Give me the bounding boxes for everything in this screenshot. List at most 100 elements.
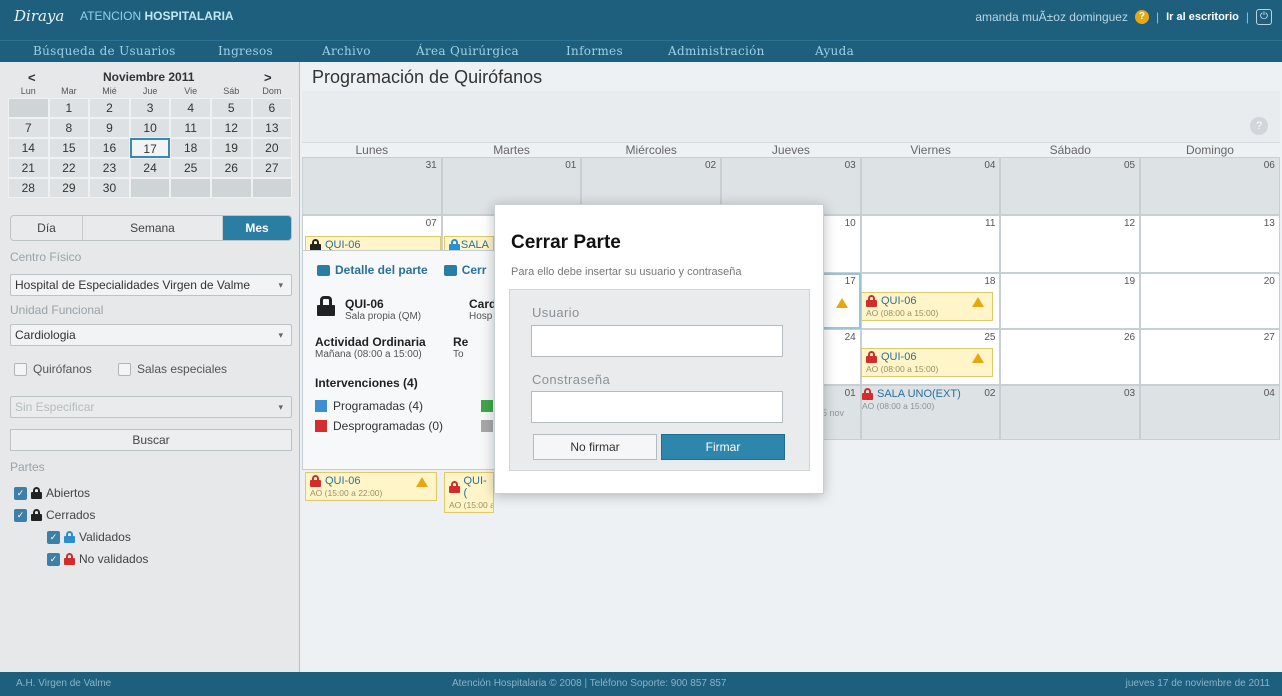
especificar-select[interactable]: Sin Especificar ▾	[10, 396, 292, 418]
calendar-day[interactable]: 9	[89, 118, 130, 138]
centro-fisico-select[interactable]: Hospital de Especialidades Virgen de Val…	[10, 274, 292, 296]
event-qui-afternoon-partial[interactable]: QUI-( AO (15:00 a 22:00)	[444, 472, 494, 513]
calendar-day[interactable]: 16	[89, 138, 130, 158]
calendar-day[interactable]: 7	[8, 118, 49, 138]
calendar-day[interactable]: 10	[129, 118, 171, 138]
calendar-day[interactable]: 11	[170, 118, 211, 138]
calendar-day[interactable]: 22	[48, 158, 90, 178]
checkbox-checked-icon[interactable]: ✓	[14, 486, 27, 500]
unidad-funcional-select[interactable]: Cardiologia ▾	[10, 324, 292, 346]
calendar-day[interactable]: 18	[170, 138, 211, 158]
calendar-day[interactable]: 21	[8, 158, 49, 178]
lock-red-icon	[64, 553, 75, 565]
nav-area-quirurgica[interactable]: Área Quirúrgica	[416, 44, 519, 58]
no-firmar-button[interactable]: No firmar	[533, 434, 657, 460]
weekday-label: Sáb	[223, 86, 240, 96]
separator: |	[1245, 10, 1249, 24]
event-sala-uno-25[interactable]: SALA UNO(EXT) AO (08:00 a 15:00)	[862, 388, 961, 411]
buscar-button[interactable]: Buscar	[10, 429, 292, 451]
calendar-day[interactable]: 4	[170, 98, 211, 118]
tab-detalle-parte[interactable]: Detalle del parte	[317, 263, 428, 277]
calendar-day[interactable]: 20	[251, 138, 293, 158]
page-title: Programación de Quirófanos	[312, 67, 543, 87]
close-parte-icon	[443, 264, 457, 276]
calendar-day[interactable]: 2	[89, 98, 130, 118]
user-name: amanda muÃ±oz dominguez	[975, 10, 1128, 24]
calendar-day-cell[interactable]: 06	[1140, 157, 1280, 215]
nav-ayuda[interactable]: Ayuda	[815, 44, 854, 58]
filter-no-validados[interactable]: ✓ No validados	[47, 552, 148, 566]
calendar-day[interactable]: 27	[251, 158, 293, 178]
calendar-day-cell[interactable]: 04	[860, 157, 1001, 215]
weekday-header: Domingo	[1185, 143, 1234, 157]
checkbox-checked-icon[interactable]: ✓	[47, 530, 60, 544]
nav-administracion[interactable]: Administración	[668, 44, 765, 58]
calendar-day[interactable]: 3	[129, 98, 171, 118]
brand-sub-atencion: ATENCION	[80, 9, 142, 23]
calendar-day-cell[interactable]: 11	[860, 215, 1001, 273]
help-icon[interactable]: ?	[1250, 117, 1268, 135]
lock-red-icon	[866, 351, 877, 363]
user-help-icon[interactable]: ?	[1134, 10, 1149, 24]
calendar-day[interactable]: 5	[210, 98, 252, 118]
password-input[interactable]	[531, 391, 783, 423]
power-icon[interactable]: ⏻	[1256, 9, 1272, 25]
calendar-day[interactable]: 8	[48, 118, 90, 138]
calendar-prev-button[interactable]: <	[28, 70, 36, 85]
checkbox-box[interactable]	[118, 362, 131, 376]
calendar-day[interactable]: 15	[48, 138, 90, 158]
event-qui06-afternoon[interactable]: QUI-06 AO (15:00 a 22:00)	[305, 472, 437, 501]
filter-abiertos[interactable]: ✓ Abiertos	[14, 486, 90, 500]
tab-mes[interactable]: Mes	[223, 216, 291, 240]
salas-especiales-checkbox[interactable]: Salas especiales	[118, 362, 227, 376]
calendar-day[interactable]: 17	[129, 138, 171, 158]
tab-semana[interactable]: Semana	[83, 216, 223, 240]
calendar-day[interactable]: 19	[210, 138, 252, 158]
nav-ingresos[interactable]: Ingresos	[218, 44, 273, 58]
calendar-day[interactable]: 6	[251, 98, 293, 118]
usuario-input[interactable]	[531, 325, 783, 357]
actividad-time: Mañana (08:00 a 15:00)	[315, 349, 422, 360]
event-qui06-18[interactable]: QUI-06 AO (08:00 a 15:00)	[861, 292, 993, 321]
calendar-day-cell[interactable]: 12	[1000, 215, 1141, 273]
calendar-day-cell[interactable]: 03	[1000, 385, 1141, 440]
calendar-day[interactable]: 13	[251, 118, 293, 138]
nav-informes[interactable]: Informes	[566, 44, 623, 58]
nav-busqueda-usuarios[interactable]: Búsqueda de Usuarios	[33, 44, 176, 58]
calendar-day[interactable]: 14	[8, 138, 49, 158]
calendar-day-cell[interactable]: 20	[1140, 273, 1280, 329]
calendar-day-cell[interactable]: 27	[1140, 329, 1280, 385]
calendar-day[interactable]: 12	[210, 118, 252, 138]
filter-validados[interactable]: ✓ Validados	[47, 530, 131, 544]
checkbox-checked-icon[interactable]: ✓	[47, 552, 60, 566]
firmar-button[interactable]: Firmar	[661, 434, 785, 460]
calendar-next-button[interactable]: >	[264, 70, 272, 85]
escritorio-link[interactable]: Ir al escritorio	[1166, 11, 1239, 23]
calendar-day[interactable]: 28	[8, 178, 49, 198]
footer-hospital: A.H. Virgen de Valme	[16, 678, 112, 689]
calendar-day-cell[interactable]: 26	[1000, 329, 1141, 385]
calendar-day[interactable]: 1	[48, 98, 90, 118]
checkbox-checked-icon[interactable]: ✓	[14, 508, 27, 522]
unidad-funcional-label: Unidad Funcional	[10, 303, 104, 317]
unit-info: Card Hosp	[469, 297, 496, 322]
quirofanos-checkbox[interactable]: Quirófanos	[14, 362, 92, 376]
calendar-day-cell[interactable]: 31	[302, 157, 442, 215]
event-qui06-25[interactable]: QUI-06 AO (08:00 a 15:00)	[861, 348, 993, 377]
calendar-day[interactable]: 30	[89, 178, 130, 198]
calendar-day-cell[interactable]: 19	[1000, 273, 1141, 329]
calendar-day[interactable]: 24	[129, 158, 171, 178]
checkbox-box[interactable]	[14, 362, 27, 376]
calendar-day[interactable]: 29	[48, 178, 90, 198]
calendar-day[interactable]: 23	[89, 158, 130, 178]
calendar-day-cell[interactable]: 13	[1140, 215, 1280, 273]
calendar-day-cell[interactable]: 05	[1000, 157, 1141, 215]
filter-cerrados[interactable]: ✓ Cerrados	[14, 508, 95, 522]
calendar-day[interactable]: 26	[210, 158, 252, 178]
nav-archivo[interactable]: Archivo	[322, 44, 371, 58]
calendar-day[interactable]: 25	[170, 158, 211, 178]
tab-dia[interactable]: Día	[11, 216, 83, 240]
tab-cerrar-parte[interactable]: Cerr	[443, 263, 486, 277]
weekday-header: Miércoles	[625, 143, 677, 157]
calendar-day-cell[interactable]: 04	[1140, 385, 1280, 440]
